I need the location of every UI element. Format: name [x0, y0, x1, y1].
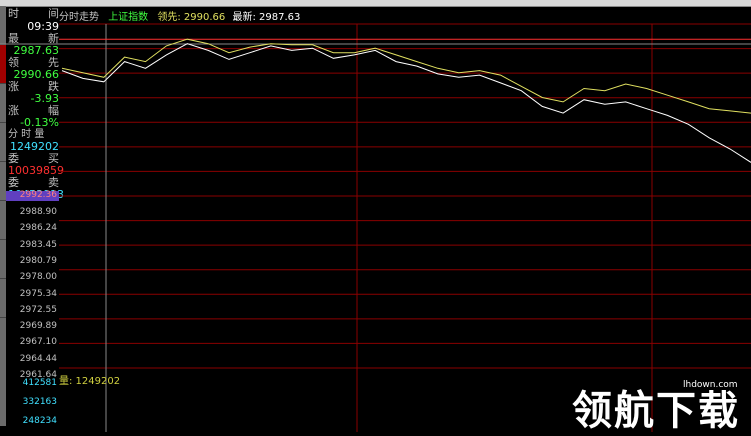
y-tick-label: 2988.90 [19, 207, 57, 217]
toolbar [0, 0, 751, 7]
chart-header: 分时走势 上证指数 领先: 2990.66 最新: 2987.63 [59, 8, 300, 23]
y-tick-label: 2964.44 [19, 353, 57, 364]
y-tick-label: 2969.89 [19, 321, 57, 332]
y-tick-label: 2978.00 [19, 272, 57, 283]
info-panel: 时间 09:39 最新 2987.63 领先 2990.66 涨跌 -3.93 … [6, 6, 64, 432]
volume-label: 量: 1249202 [59, 376, 121, 387]
y-tick-label: 2986.24 [19, 223, 57, 234]
pct-value: -0.13% [20, 116, 59, 129]
y-tick-label: 2975.34 [19, 288, 57, 299]
series-line-1 [61, 43, 751, 163]
mode-label: 分时走势 [59, 12, 99, 23]
index-name[interactable]: 上证指数 [108, 12, 148, 23]
y-tick-label: 2980.79 [19, 255, 57, 266]
y-tick-label: 2967.10 [19, 337, 57, 348]
y-tick-label: 2972.55 [19, 304, 57, 315]
series-line-2 [61, 38, 751, 114]
y-tick-label: 2983.45 [19, 239, 57, 250]
volume-tick-label: 248234 [22, 416, 57, 426]
volume-tick-label: 332163 [22, 397, 57, 407]
lead-text: 领先: 2990.66 [157, 12, 226, 23]
price-chart[interactable] [0, 0, 751, 432]
volume-tick-label: 412581 [22, 378, 57, 388]
time-label-row: 时间 [8, 7, 59, 20]
price-highlight: 2992.36 [6, 190, 59, 201]
latest-text: 最新: 2987.63 [232, 12, 301, 23]
watermark-url: lhdown.com [683, 380, 738, 390]
